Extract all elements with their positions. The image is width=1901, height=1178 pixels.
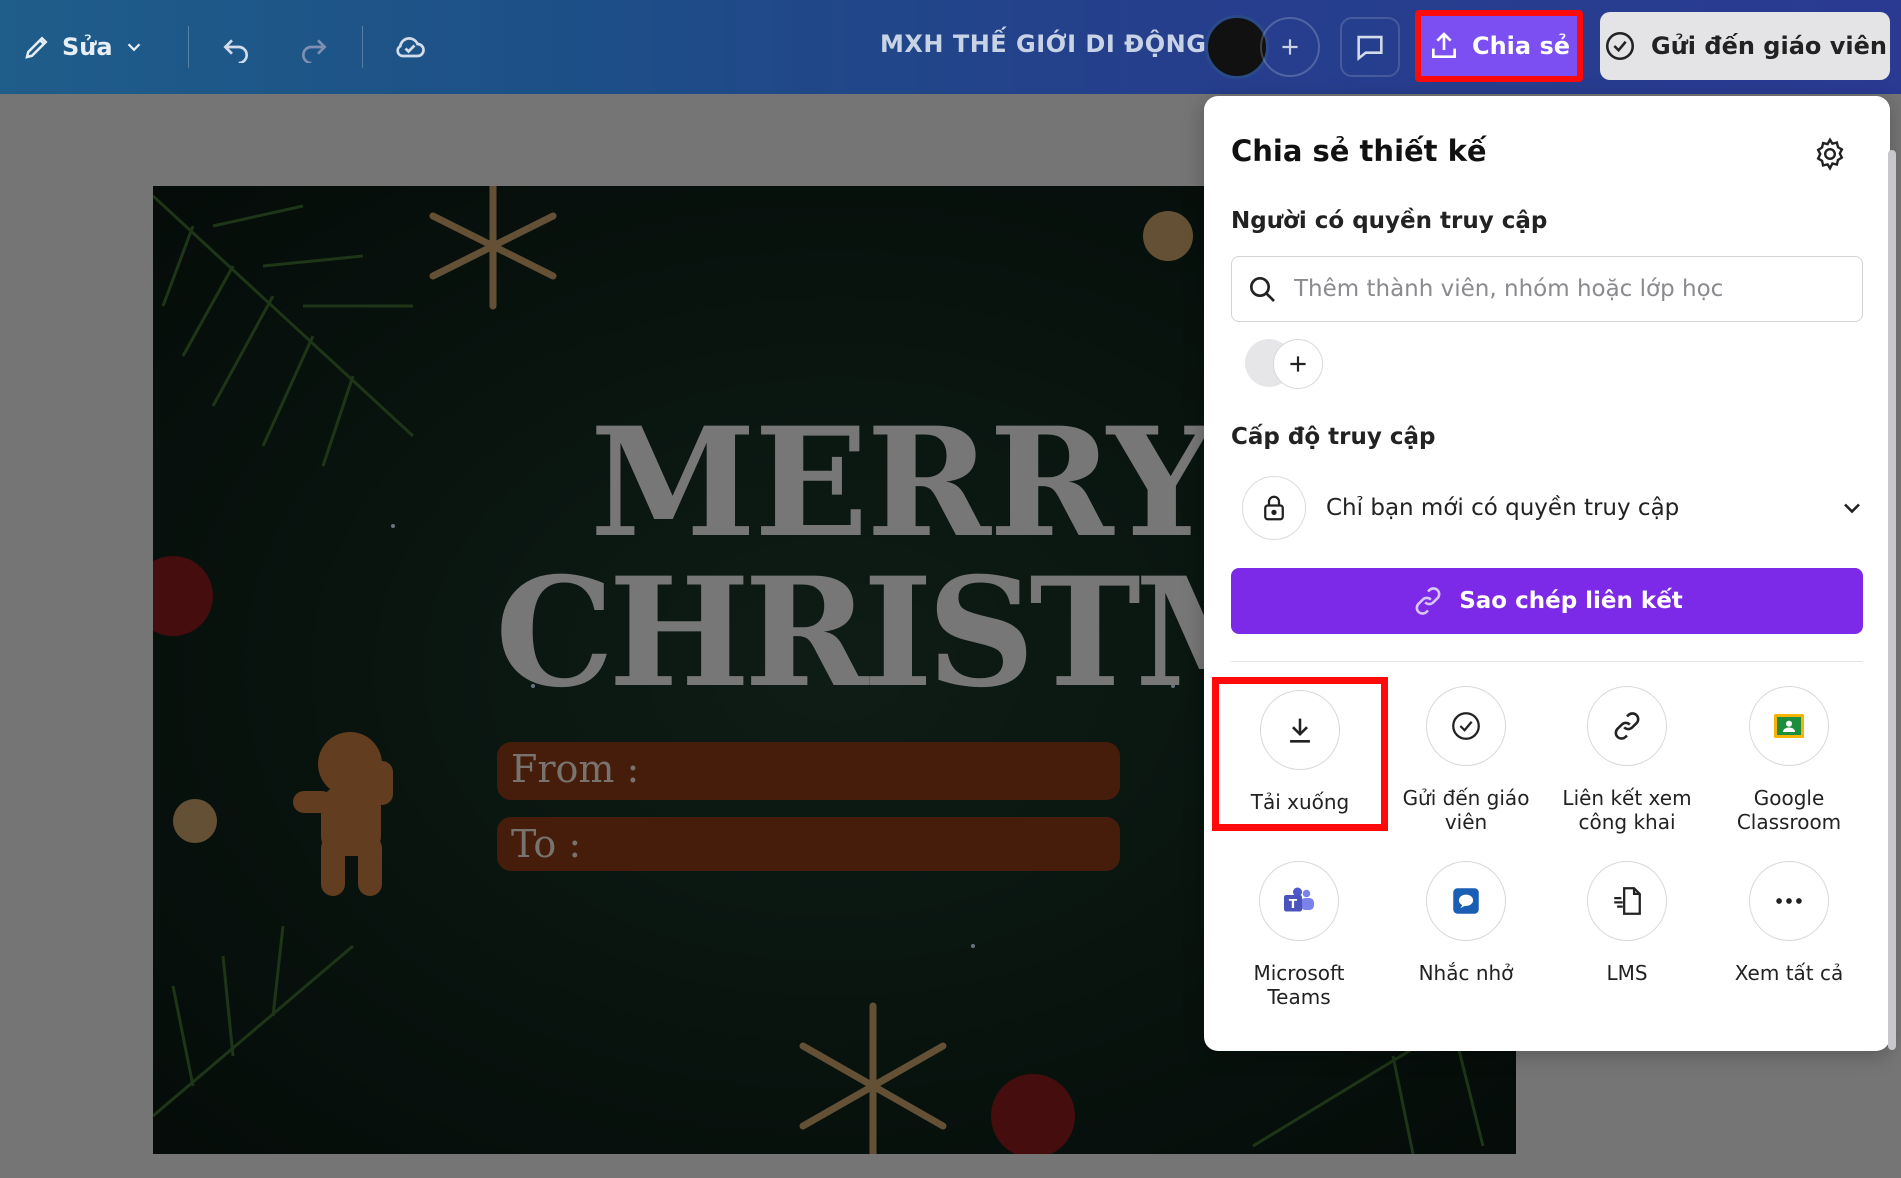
access-level-label: Cấp độ truy cập: [1231, 424, 1436, 450]
plus-icon: [1290, 356, 1306, 372]
access-level-dropdown[interactable]: Chỉ bạn mới có quyền truy cập: [1242, 476, 1866, 540]
redo-button[interactable]: [288, 21, 340, 73]
toolbar-divider: [188, 26, 189, 68]
download-icon: [1290, 718, 1310, 743]
see-all-label: Xem tất cả: [1734, 961, 1844, 985]
edit-label: Sửa: [62, 33, 113, 61]
google-classroom-option[interactable]: Google Classroom: [1714, 686, 1864, 834]
lock-badge: [1242, 476, 1306, 540]
reminder-label: Nhắc nhở: [1418, 961, 1514, 985]
copy-link-label: Sao chép liên kết: [1459, 588, 1683, 614]
redo-icon: [302, 39, 327, 63]
panel-scrollbar[interactable]: [1888, 150, 1896, 1050]
check-circle-icon: [1605, 31, 1635, 61]
send-teacher-icon-circle: [1426, 686, 1506, 766]
microsoft-teams-label: Microsoft Teams: [1253, 961, 1345, 1009]
settings-button[interactable]: [1810, 134, 1850, 174]
people-access-label: Người có quyền truy cập: [1231, 208, 1548, 234]
comment-button[interactable]: [1340, 17, 1400, 77]
public-view-link-label: Liên kết xem công khai: [1562, 786, 1692, 834]
lms-label: LMS: [1606, 961, 1648, 985]
top-bar: Sửa MXH THẾ GIỚI DI ĐỘNG Chia sẻ Gửi đến…: [0, 0, 1901, 94]
add-member-button[interactable]: [1273, 339, 1323, 389]
access-level-value: Chỉ bạn mới có quyền truy cập: [1326, 495, 1680, 521]
toolbar-divider: [362, 26, 363, 68]
reminder-option[interactable]: Nhắc nhở: [1391, 861, 1541, 985]
svg-text:T: T: [1289, 897, 1298, 911]
share-button[interactable]: Chia sẻ: [1415, 10, 1583, 82]
member-search-box[interactable]: [1231, 256, 1863, 322]
link-icon: [1614, 712, 1640, 740]
undo-button[interactable]: [210, 21, 262, 73]
send-to-teacher-label: Gửi đến giáo viên: [1651, 32, 1887, 60]
panel-divider: [1231, 661, 1863, 662]
chevron-down-icon: [1844, 503, 1860, 514]
send-to-teacher-button[interactable]: Gửi đến giáo viên: [1600, 12, 1890, 80]
share-panel: Chia sẻ thiết kế Người có quyền truy cập…: [1204, 96, 1890, 1051]
edit-menu-button[interactable]: Sửa: [22, 24, 145, 70]
panel-title: Chia sẻ thiết kế: [1231, 134, 1487, 168]
upload-icon: [1431, 32, 1456, 58]
gear-icon: [1816, 137, 1844, 171]
cloud-save-button[interactable]: [384, 21, 436, 73]
send-to-teacher-option-label: Gửi đến giáo viên: [1402, 786, 1530, 834]
link-icon: [1415, 587, 1441, 615]
teams-icon-circle: T: [1259, 861, 1339, 941]
see-all-option[interactable]: Xem tất cả: [1714, 861, 1864, 985]
document-title[interactable]: MXH THẾ GIỚI DI ĐỘNG: [880, 30, 1206, 58]
lock-icon: [1264, 495, 1284, 521]
add-collaborator-button[interactable]: [1260, 17, 1320, 77]
cloud-check-icon: [396, 37, 425, 58]
search-icon: [1250, 277, 1275, 302]
link-icon-circle: [1587, 686, 1667, 766]
copy-link-button[interactable]: Sao chép liên kết: [1231, 568, 1863, 634]
more-icon-circle: [1749, 861, 1829, 941]
reminder-icon-circle: [1426, 861, 1506, 941]
undo-icon: [223, 39, 248, 63]
download-option[interactable]: Tải xuống: [1212, 677, 1388, 831]
chevron-down-icon: [127, 43, 140, 52]
share-label: Chia sẻ: [1471, 32, 1571, 60]
send-to-teacher-option[interactable]: Gửi đến giáo viên: [1391, 686, 1541, 834]
comment-icon: [1357, 35, 1383, 61]
google-classroom-icon-circle: [1749, 686, 1829, 766]
member-search-input[interactable]: [1294, 276, 1834, 302]
pencil-icon: [25, 36, 48, 59]
google-classroom-label: Google Classroom: [1736, 786, 1842, 834]
google-classroom-icon: [1774, 714, 1804, 738]
download-icon-circle: [1260, 690, 1340, 770]
lms-option[interactable]: LMS: [1552, 861, 1702, 985]
microsoft-teams-option[interactable]: T Microsoft Teams: [1224, 861, 1374, 1009]
reminder-icon: [1453, 888, 1479, 914]
lms-icon-circle: [1587, 861, 1667, 941]
download-label: Tải xuống: [1250, 790, 1350, 814]
plus-icon: [1282, 39, 1298, 55]
lms-icon: [1614, 887, 1641, 915]
more-icon: [1776, 898, 1802, 904]
public-view-link-option[interactable]: Liên kết xem công khai: [1552, 686, 1702, 834]
check-circle-icon: [1452, 712, 1480, 740]
microsoft-teams-icon: T: [1284, 887, 1314, 912]
